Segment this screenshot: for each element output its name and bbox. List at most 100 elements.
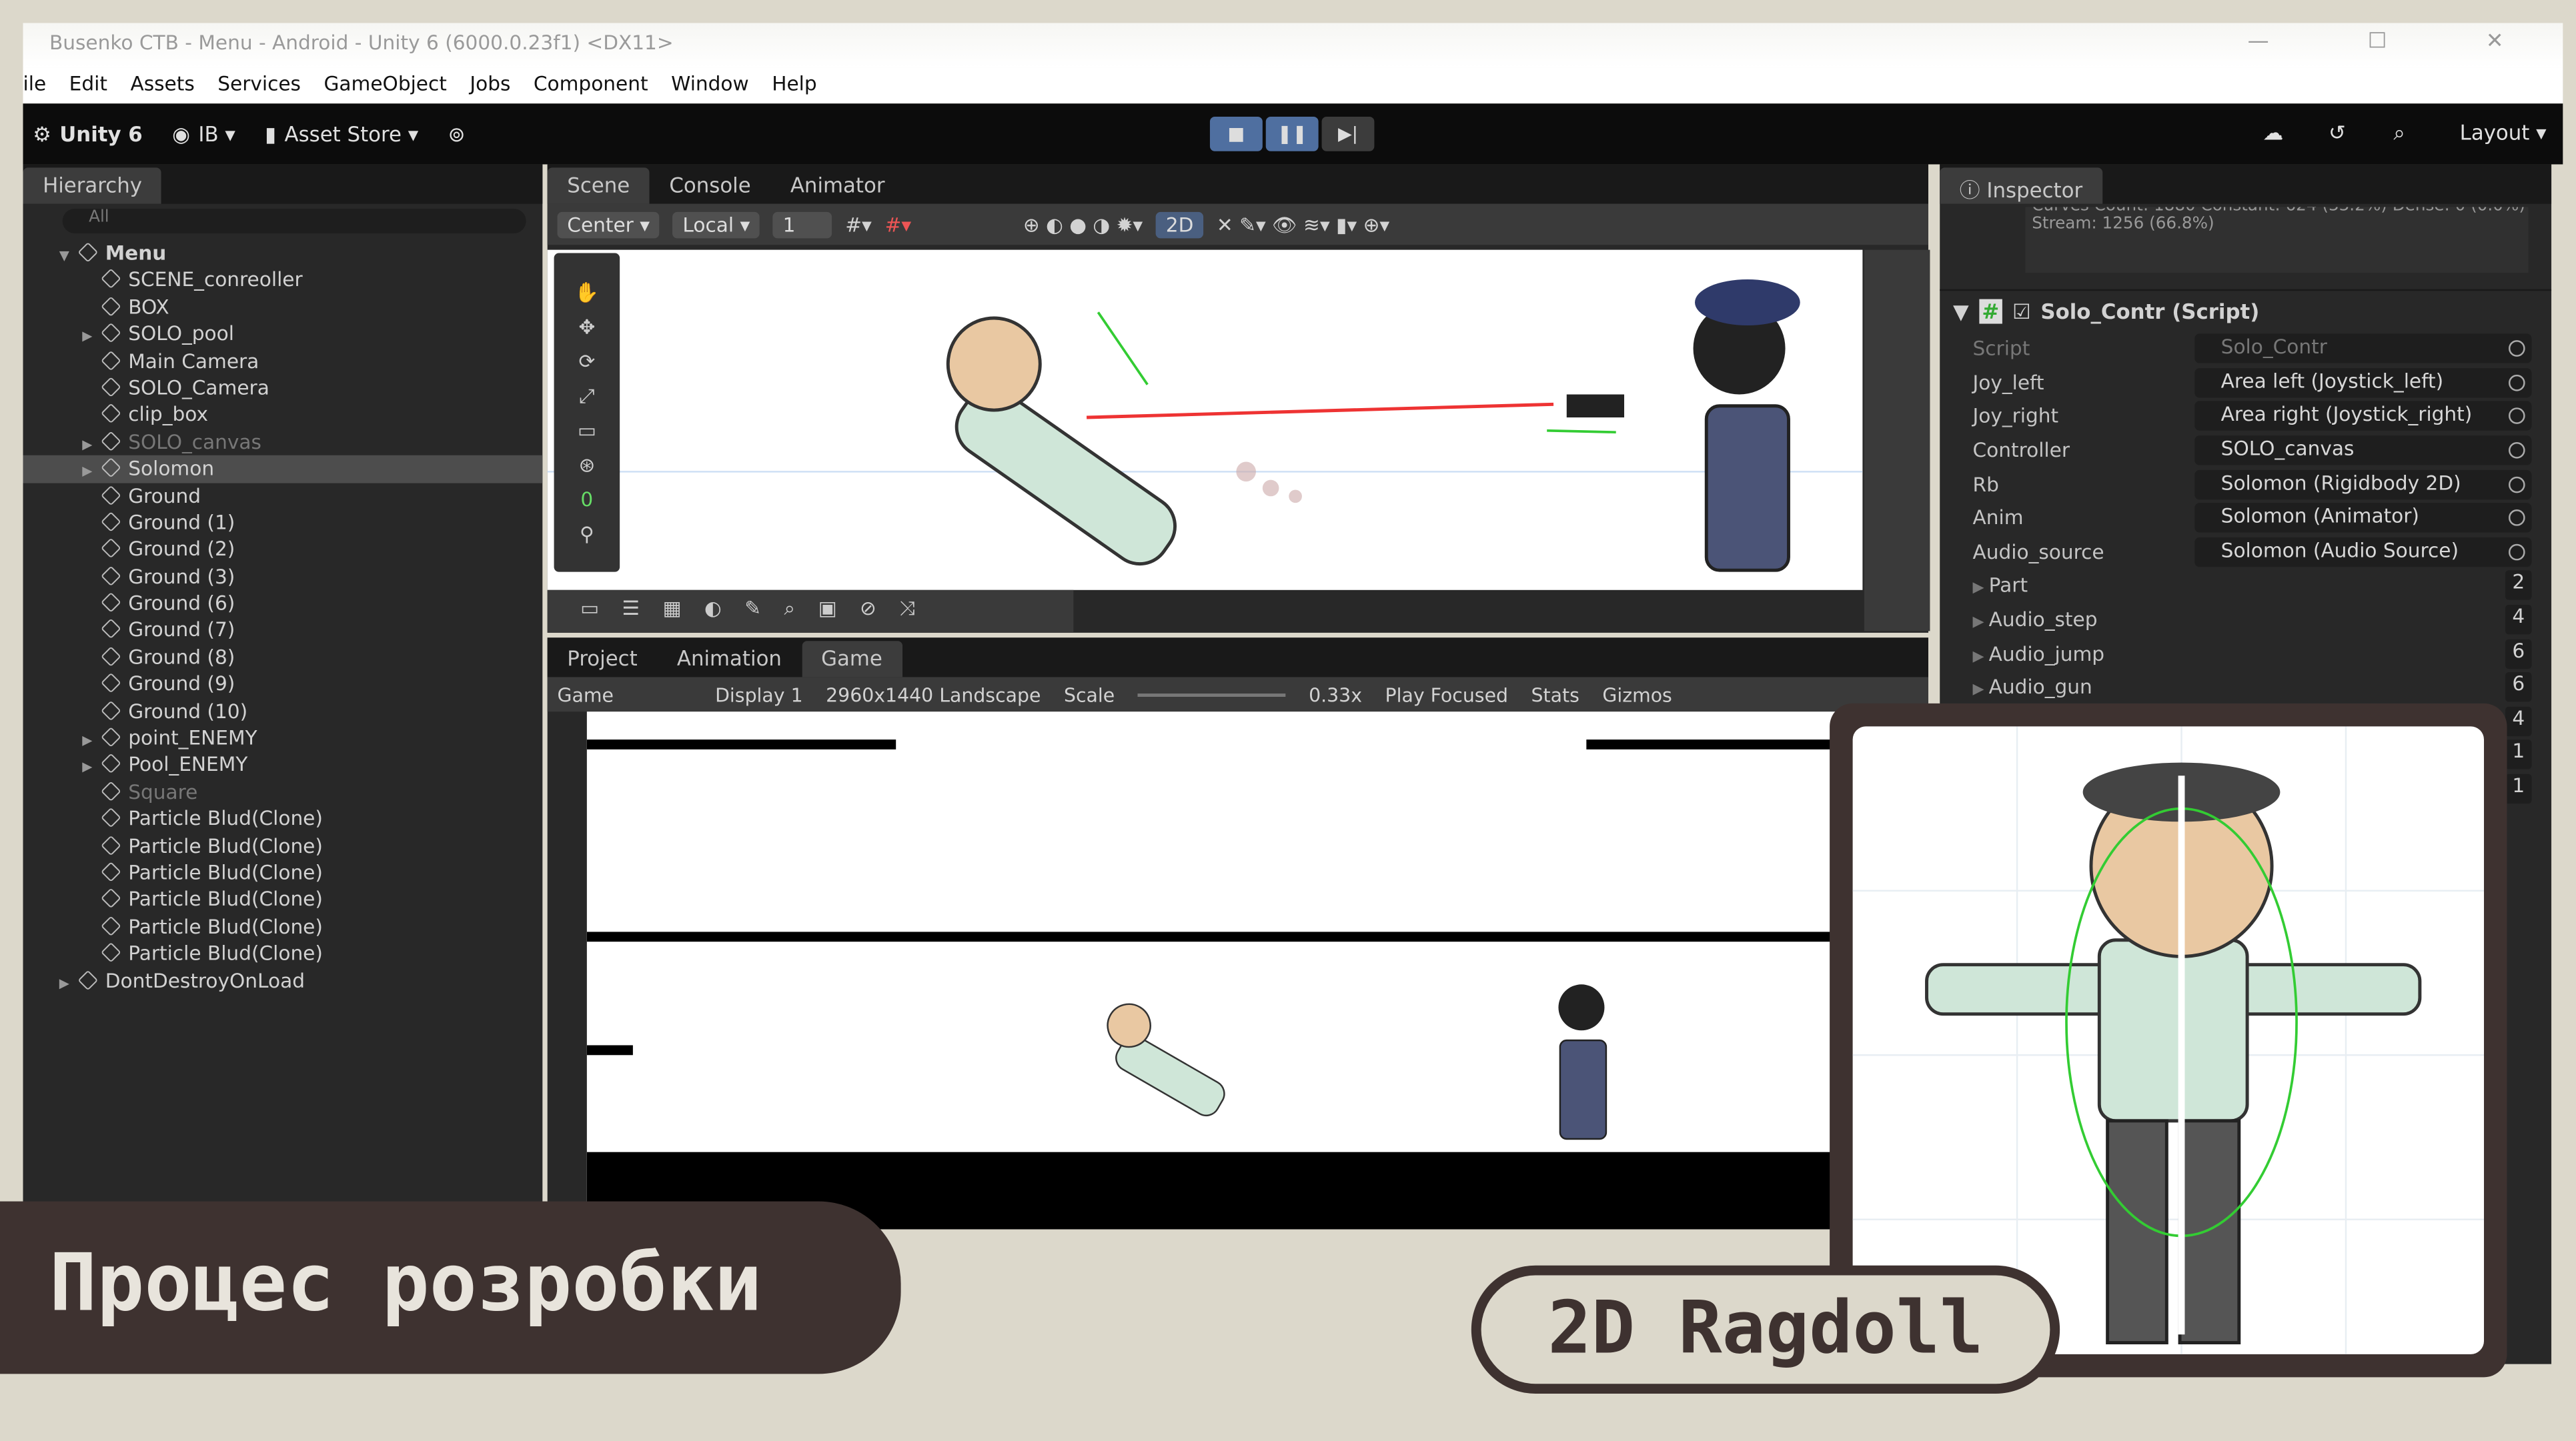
expand-arrow-icon[interactable]: ▶ bbox=[82, 459, 102, 485]
tab-animator[interactable]: Animator bbox=[770, 167, 904, 203]
menu-item[interactable]: Help bbox=[772, 72, 816, 103]
hierarchy-item[interactable]: Particle Blud(Clone) bbox=[23, 806, 543, 832]
hierarchy-item[interactable]: SCENE_conreoller bbox=[23, 267, 543, 293]
object-picker-icon[interactable] bbox=[2508, 442, 2525, 459]
array-size[interactable]: 6 bbox=[2505, 672, 2532, 702]
array-size[interactable]: 2 bbox=[2505, 571, 2532, 601]
scale-slider[interactable] bbox=[1137, 692, 1286, 696]
tilemap-toolbar[interactable]: ▭☰▦◐✎⌕▣⊘⤨ bbox=[547, 589, 1074, 633]
hierarchy-item[interactable]: Particle Blud(Clone) bbox=[23, 833, 543, 860]
array-field[interactable]: ▶ Audio_step 4 bbox=[1940, 603, 2551, 637]
orientation-icon[interactable]: ⊕ ◐ ● ◑ ✹▾ bbox=[1023, 213, 1143, 236]
hierarchy-item[interactable]: Particle Blud(Clone) bbox=[23, 940, 543, 967]
resolution-dropdown[interactable]: 2960x1440 Landscape bbox=[826, 683, 1041, 706]
menu-item[interactable]: Assets bbox=[130, 72, 194, 103]
component-header[interactable]: ▼ # ☑ Solo_Contr (Script) bbox=[1940, 289, 2552, 332]
menu-item[interactable]: Jobs bbox=[470, 72, 510, 103]
object-field[interactable]: Solomon (Audio Source) bbox=[2194, 537, 2532, 567]
hierarchy-item[interactable]: Ground (8) bbox=[23, 644, 543, 671]
hierarchy-item[interactable]: ▶ SOLO_pool bbox=[23, 321, 543, 347]
array-size[interactable]: 1 bbox=[2505, 774, 2532, 804]
scene-view[interactable] bbox=[547, 249, 1863, 590]
hierarchy-item[interactable]: ▶ point_ENEMY bbox=[23, 725, 543, 752]
object-picker-icon[interactable] bbox=[2508, 475, 2525, 493]
array-size[interactable]: 6 bbox=[2505, 638, 2532, 669]
hierarchy-item[interactable]: Square bbox=[23, 779, 543, 806]
asset-store-button[interactable]: ▮ Asset Store ▾ bbox=[265, 121, 418, 146]
display-dropdown[interactable]: Display 1 bbox=[715, 683, 803, 706]
object-picker-icon[interactable] bbox=[2508, 340, 2525, 357]
array-field[interactable]: ▶ Part 2 bbox=[1940, 569, 2551, 603]
hierarchy-item[interactable]: Particle Blud(Clone) bbox=[23, 886, 543, 913]
expand-arrow-icon[interactable]: ▶ bbox=[82, 728, 102, 755]
object-picker-icon[interactable] bbox=[2508, 509, 2525, 527]
tab-scene[interactable]: Scene bbox=[547, 167, 650, 204]
history-icon[interactable]: ↺ bbox=[2329, 120, 2346, 145]
menu-item[interactable]: Services bbox=[217, 72, 301, 103]
hierarchy-search[interactable]: All bbox=[62, 209, 526, 233]
stats-button[interactable]: Stats bbox=[1531, 683, 1579, 706]
tab-hierarchy[interactable]: Hierarchy bbox=[23, 167, 162, 204]
expand-arrow-icon[interactable]: ▶ bbox=[82, 755, 102, 782]
hierarchy-item[interactable]: Main Camera bbox=[23, 347, 543, 374]
play-mode-dropdown[interactable]: Play Focused bbox=[1385, 683, 1508, 706]
hierarchy-item[interactable]: Ground bbox=[23, 482, 543, 509]
array-size[interactable]: 1 bbox=[2505, 740, 2532, 770]
hierarchy-item[interactable]: ▼ Menu bbox=[23, 240, 543, 267]
2d-toggle[interactable]: 2D bbox=[1155, 211, 1204, 238]
hierarchy-item[interactable]: ▶ Pool_ENEMY bbox=[23, 752, 543, 778]
array-size[interactable]: 4 bbox=[2505, 605, 2532, 635]
expand-arrow-icon[interactable]: ▶ bbox=[82, 432, 102, 459]
pivot-dropdown[interactable]: Center ▾ bbox=[557, 211, 660, 238]
grid-icon[interactable]: #▾ bbox=[885, 213, 912, 236]
play-button[interactable]: ■ bbox=[1209, 116, 1263, 151]
hierarchy-item[interactable]: Ground (3) bbox=[23, 563, 543, 590]
hierarchy-item[interactable]: Ground (6) bbox=[23, 590, 543, 617]
object-field[interactable]: Area right (Joystick_right) bbox=[2194, 401, 2532, 431]
tab-project[interactable]: Project bbox=[548, 641, 658, 677]
hierarchy-item[interactable]: Ground (9) bbox=[23, 671, 543, 697]
object-picker-icon[interactable] bbox=[2508, 374, 2525, 391]
window-controls[interactable]: — ☐ ✕ bbox=[2248, 29, 2550, 54]
object-field[interactable]: Solomon (Rigidbody 2D) bbox=[2194, 469, 2532, 499]
array-field[interactable]: ▶ Audio_jump 6 bbox=[1940, 637, 2551, 671]
array-field[interactable]: ▶ Audio_gun 6 bbox=[1940, 670, 2551, 704]
gizmos-button[interactable]: Gizmos bbox=[1602, 683, 1672, 706]
object-field[interactable]: SOLO_canvas bbox=[2194, 435, 2532, 465]
cloud-icon[interactable]: ☁ bbox=[2263, 120, 2284, 145]
menu-item[interactable]: GameObject bbox=[324, 72, 446, 103]
hierarchy-item[interactable]: clip_box bbox=[23, 401, 543, 428]
tab-animation[interactable]: Animation bbox=[657, 641, 801, 677]
hierarchy-item[interactable]: BOX bbox=[23, 294, 543, 321]
hierarchy-item[interactable]: Ground (1) bbox=[23, 509, 543, 536]
menu-item[interactable]: ile bbox=[23, 72, 47, 103]
step-button[interactable]: ▶| bbox=[1321, 116, 1375, 151]
array-size[interactable]: 4 bbox=[2505, 706, 2532, 736]
scene-tools[interactable]: ✋ ✥ ⟳ ⤢ ▭ ⊛ 0 ⚲ bbox=[554, 253, 620, 572]
menu-item[interactable]: Edit bbox=[69, 72, 107, 103]
tab-game[interactable]: Game bbox=[801, 641, 902, 677]
space-dropdown[interactable]: Local ▾ bbox=[672, 211, 760, 238]
hierarchy-item[interactable]: ▶ SOLO_canvas bbox=[23, 429, 543, 455]
menu-item[interactable]: Window bbox=[671, 72, 749, 103]
pause-button[interactable]: ❚❚ bbox=[1265, 116, 1319, 151]
display-mode-dropdown[interactable]: Game bbox=[557, 683, 692, 706]
object-field[interactable]: Solomon (Animator) bbox=[2194, 503, 2532, 533]
snap-input[interactable]: 1 bbox=[772, 211, 832, 238]
grid-snap-icon[interactable]: #▾ bbox=[845, 213, 872, 236]
hierarchy-item[interactable]: Ground (10) bbox=[23, 698, 543, 725]
services-icon[interactable]: ⊚ bbox=[448, 121, 466, 146]
tab-inspector[interactable]: ⓘ Inspector bbox=[1940, 167, 2102, 204]
hierarchy-item[interactable]: Ground (2) bbox=[23, 536, 543, 563]
layout-dropdown[interactable]: Layout ▾ bbox=[2460, 120, 2547, 145]
hierarchy-item[interactable]: SOLO_Camera bbox=[23, 375, 543, 401]
menu-item[interactable]: Component bbox=[534, 72, 648, 103]
object-picker-icon[interactable] bbox=[2508, 408, 2525, 425]
object-field[interactable]: Solo_Contr bbox=[2194, 334, 2532, 364]
enabled-checkbox[interactable]: ☑ bbox=[2012, 299, 2031, 324]
object-picker-icon[interactable] bbox=[2508, 543, 2525, 561]
tab-console[interactable]: Console bbox=[650, 167, 770, 203]
hierarchy-item[interactable]: ▶ Solomon bbox=[23, 455, 543, 485]
account-button[interactable]: ◉ IB ▾ bbox=[172, 121, 235, 146]
hierarchy-item[interactable]: Ground (7) bbox=[23, 617, 543, 643]
